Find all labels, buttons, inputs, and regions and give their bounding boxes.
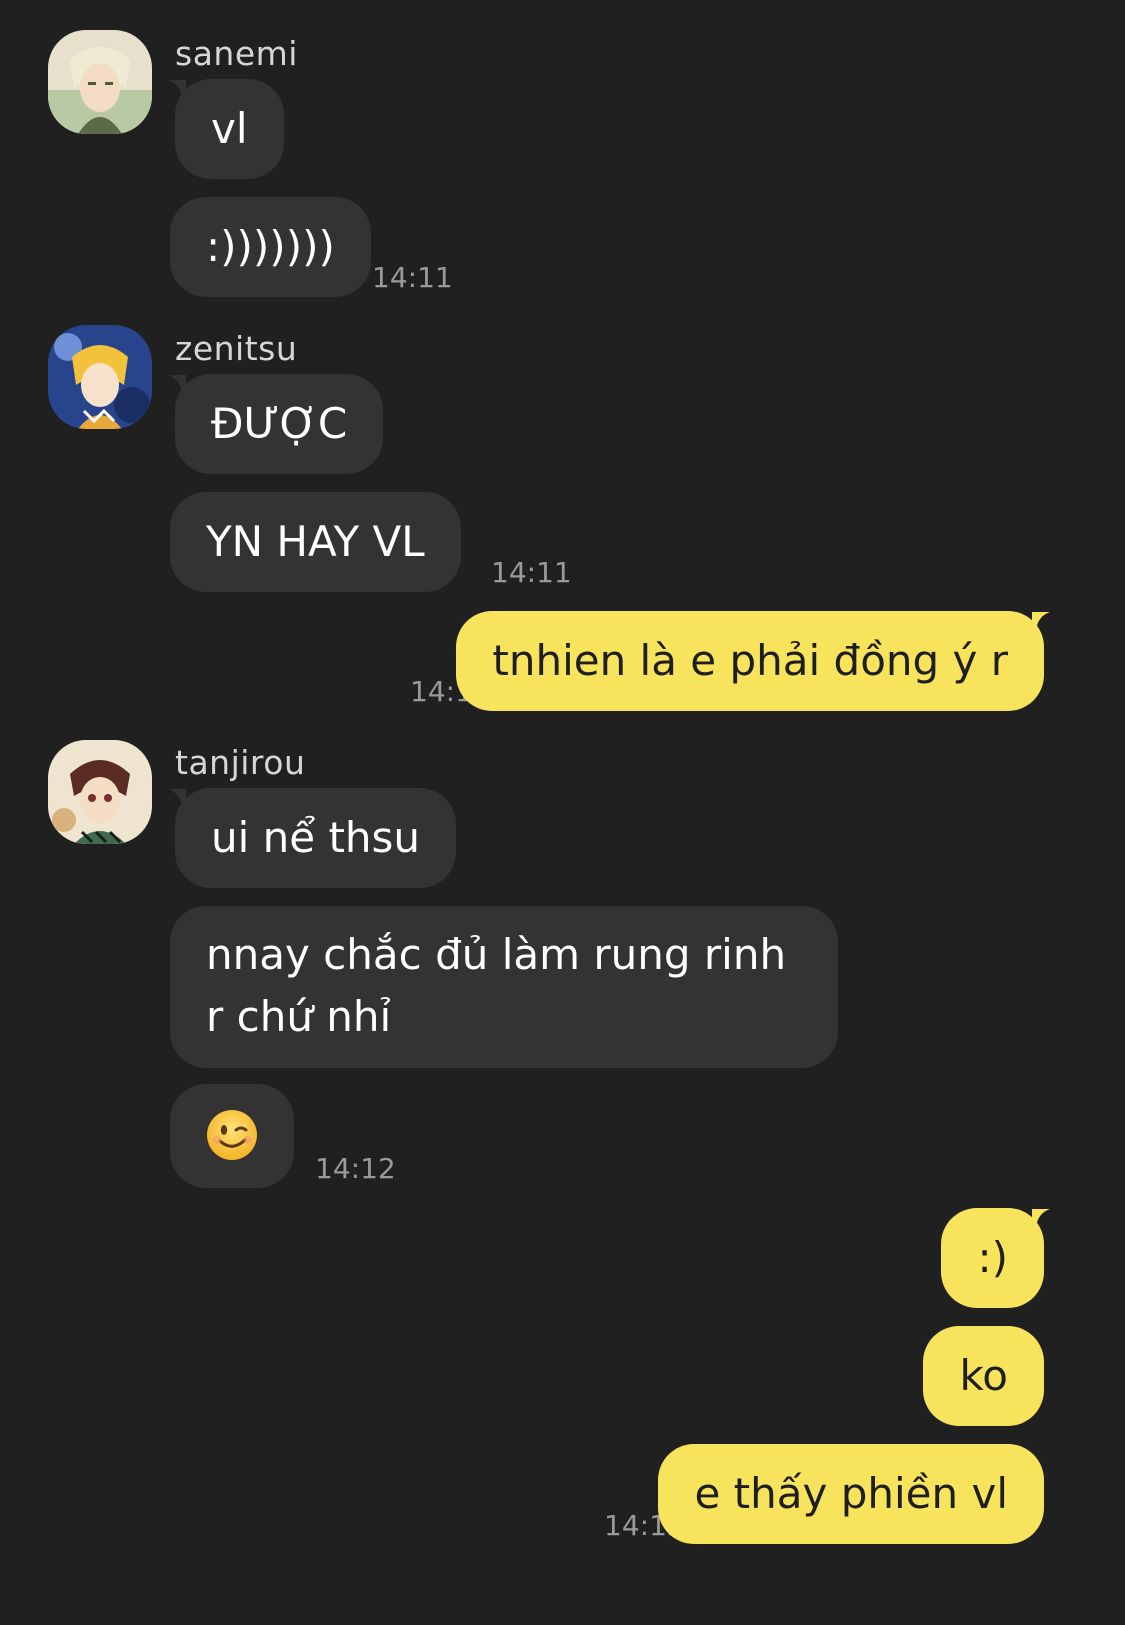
- message-text: ko: [959, 1351, 1008, 1400]
- message-bubble[interactable]: nnay chắc đủ làm rung rinh r chứ nhỉ: [170, 906, 838, 1068]
- message-bubble[interactable]: ui nể thsu: [175, 788, 457, 888]
- message-bubble[interactable]: vl: [175, 79, 284, 179]
- sender-name-sanemi: sanemi: [175, 34, 298, 73]
- sender-name-tanjirou: tanjirou: [175, 743, 306, 782]
- message-text: :))))))): [206, 222, 335, 271]
- message-timestamp: 14:11: [491, 556, 572, 589]
- message-bubble[interactable]: YN HAY VL: [170, 492, 461, 592]
- message-text: ui nể thsu: [211, 813, 421, 862]
- message-text: YN HAY VL: [206, 517, 425, 566]
- avatar-sanemi[interactable]: [48, 30, 152, 134]
- message-timestamp: 14:11: [372, 261, 453, 294]
- message-bubble[interactable]: :))))))): [170, 197, 371, 297]
- winking-face-icon: [207, 1109, 257, 1160]
- message-text: e thấy phiền vl: [694, 1469, 1008, 1518]
- message-text: vl: [211, 104, 248, 153]
- avatar-tanjirou[interactable]: [48, 740, 152, 844]
- message-bubble[interactable]: ĐƯỢC: [175, 374, 384, 474]
- message-timestamp: 14:12: [315, 1152, 396, 1185]
- message-text: ĐƯỢC: [211, 399, 348, 448]
- avatar-zenitsu[interactable]: [48, 325, 152, 429]
- message-bubble-outgoing[interactable]: :): [941, 1208, 1044, 1308]
- message-bubble-emoji[interactable]: [170, 1084, 294, 1188]
- message-text: nnay chắc đủ làm rung rinh r chứ nhỉ: [206, 930, 787, 1041]
- chat-thread: sanemi vl :))))))) 14:11 zenitsu ĐƯỢC YN…: [0, 0, 1125, 1625]
- message-bubble-outgoing[interactable]: tnhien là e phải đồng ý r: [456, 611, 1044, 711]
- message-bubble-outgoing[interactable]: ko: [923, 1326, 1044, 1426]
- sender-name-zenitsu: zenitsu: [175, 329, 298, 368]
- message-text: tnhien là e phải đồng ý r: [492, 636, 1008, 685]
- bubble-tail: [1032, 612, 1050, 630]
- message-text: :): [977, 1233, 1008, 1282]
- message-bubble-outgoing[interactable]: e thấy phiền vl: [658, 1444, 1044, 1544]
- bubble-tail: [1032, 1209, 1050, 1227]
